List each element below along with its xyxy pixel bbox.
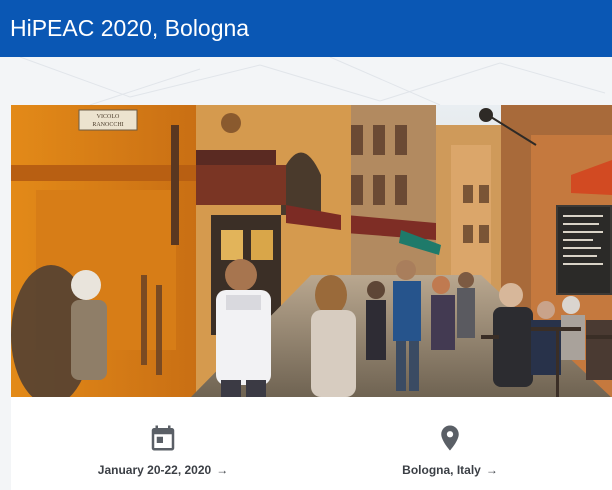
calendar-icon — [151, 425, 175, 451]
event-location-label[interactable]: Bologna, Italy → — [402, 463, 498, 477]
arrow-right-icon: → — [216, 463, 229, 477]
svg-text:VICOLO: VICOLO — [97, 114, 120, 120]
bologna-street-photo: VICOLO RANOCCHI — [11, 105, 612, 397]
arrow-right-icon: → — [485, 463, 498, 477]
event-date-text: January 20-22, 2020 — [97, 463, 212, 477]
event-location-text: Bologna, Italy — [402, 463, 481, 477]
map-pin-icon — [441, 425, 459, 451]
event-card: VICOLO RANOCCHI January 20-22, 2020 → Bo… — [11, 105, 612, 490]
event-location-link[interactable]: Bologna, Italy → — [350, 423, 550, 479]
event-date-label[interactable]: January 20-22, 2020 → — [98, 463, 228, 477]
hero-image: VICOLO RANOCCHI — [11, 105, 612, 397]
background-network-pattern — [19, 57, 606, 105]
page-title: HiPEAC 2020, Bologna — [10, 15, 250, 41]
top-header-bar: HiPEAC 2020, Bologna — [0, 0, 612, 57]
event-date-link[interactable]: January 20-22, 2020 → — [63, 423, 263, 479]
svg-text:RANOCCHI: RANOCCHI — [92, 122, 123, 128]
